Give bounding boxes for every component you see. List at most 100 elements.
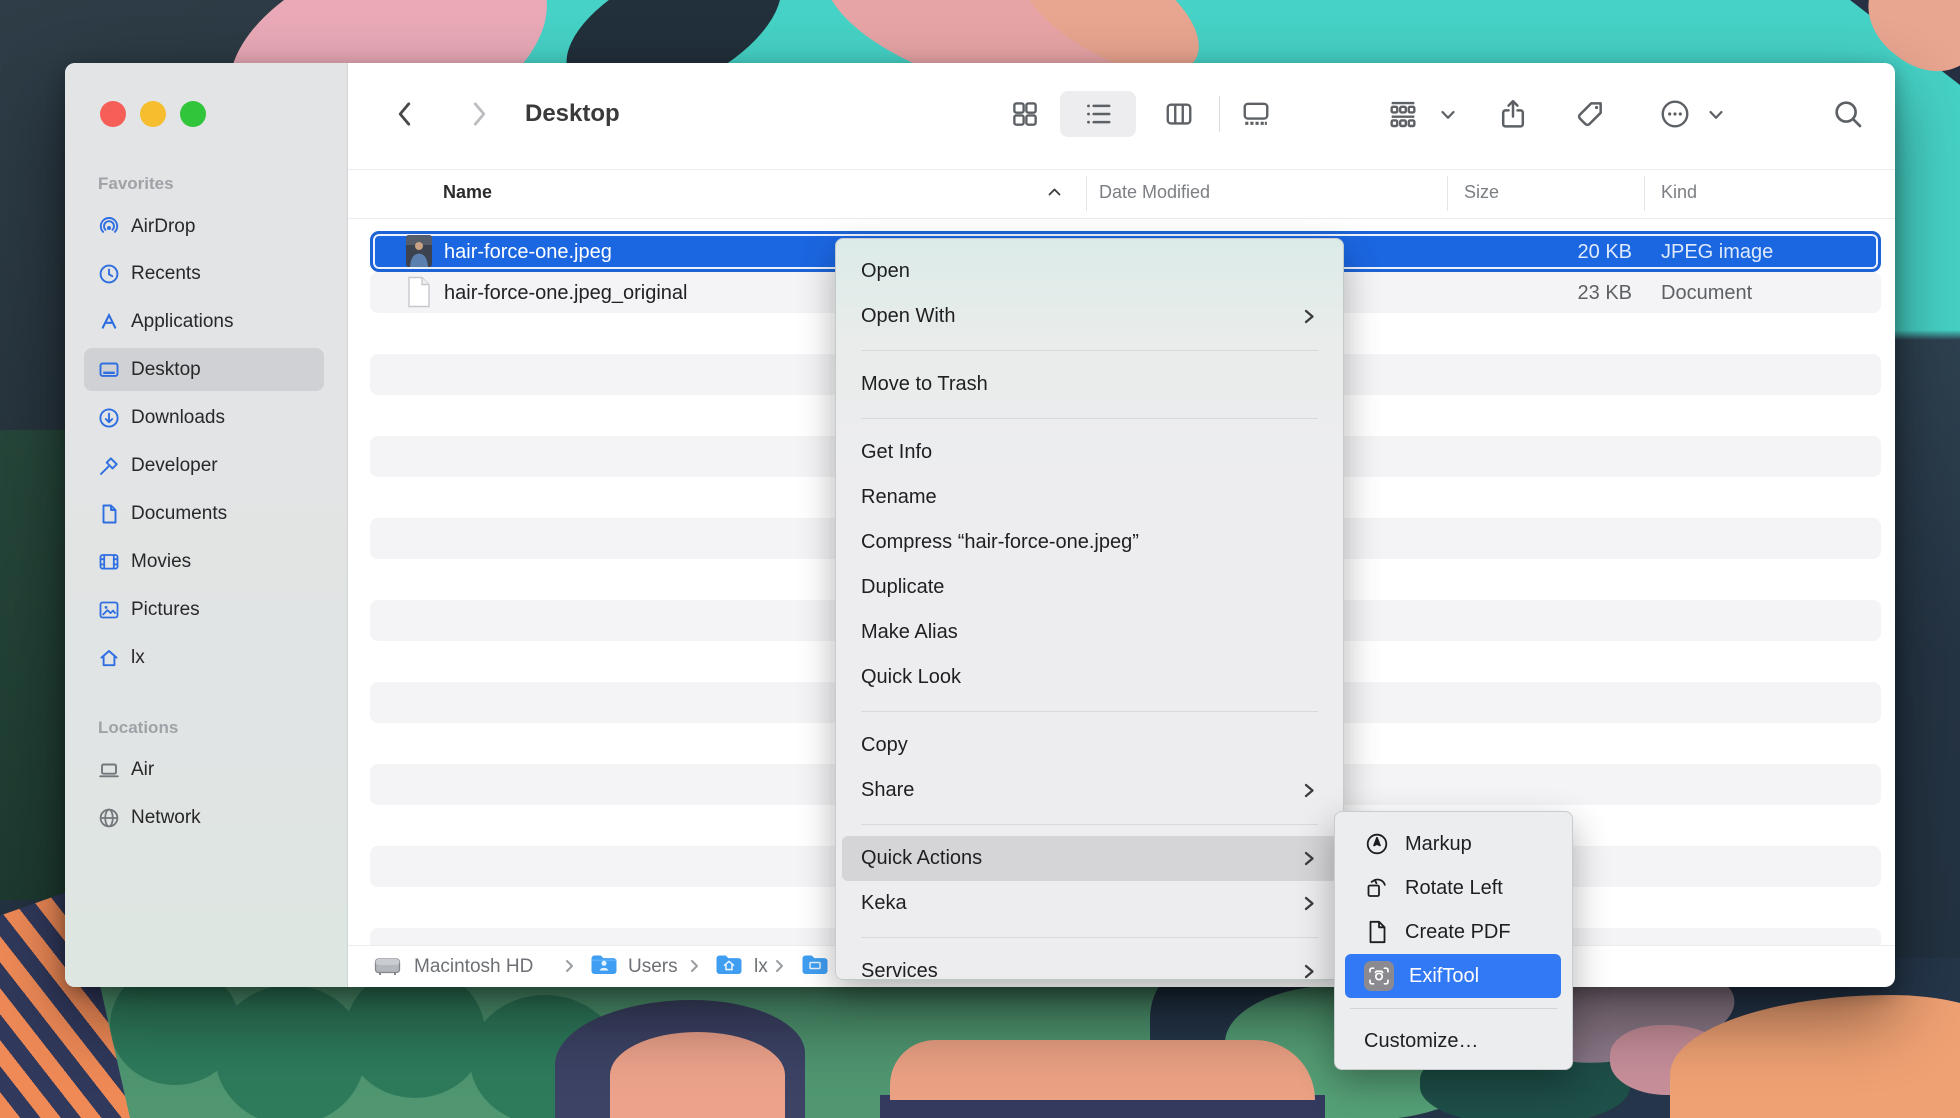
sidebar-item-label: Documents xyxy=(131,503,227,525)
sidebar-section-locations: Locations xyxy=(98,718,178,738)
sidebar-item-home[interactable]: lx xyxy=(84,636,324,679)
sort-caret-up-icon xyxy=(1046,186,1063,198)
menu-item-duplicate[interactable]: Duplicate xyxy=(836,565,1343,610)
column-divider[interactable] xyxy=(1644,176,1645,211)
toolbar-divider xyxy=(1219,96,1220,132)
file-size: 20 KB xyxy=(1500,241,1632,264)
forward-button[interactable] xyxy=(457,92,501,136)
column-header-kind[interactable]: Kind xyxy=(1661,182,1697,203)
laptop-icon xyxy=(97,758,121,782)
submenu-chevron-icon xyxy=(1303,895,1315,912)
menu-item-open-with[interactable]: Open With xyxy=(836,294,1343,339)
menu-item-make-alias[interactable]: Make Alias xyxy=(836,610,1343,655)
menu-item-services[interactable]: Services xyxy=(836,949,1343,994)
submenu-item-markup[interactable]: Markup xyxy=(1335,822,1572,866)
columns-view-button[interactable] xyxy=(1151,91,1207,137)
sidebar-item-desktop[interactable]: Desktop xyxy=(84,348,324,391)
file-name[interactable]: hair-force-one.jpeg_original xyxy=(444,282,687,305)
screen: Favorites AirDrop Recents Applications D… xyxy=(0,0,1960,1118)
create-pdf-icon xyxy=(1364,919,1390,945)
file-size: 23 KB xyxy=(1500,282,1632,305)
sidebar-item-network[interactable]: Network xyxy=(84,796,324,839)
tag-button[interactable] xyxy=(1566,91,1614,137)
wallpaper-bush xyxy=(215,985,365,1118)
menu-item-share[interactable]: Share xyxy=(836,768,1343,813)
home-icon xyxy=(97,646,121,670)
sidebar-item-air[interactable]: Air xyxy=(84,748,324,791)
column-divider[interactable] xyxy=(1447,176,1448,211)
folder-icon[interactable] xyxy=(801,953,829,976)
menu-item-keka[interactable]: Keka xyxy=(836,881,1343,926)
menu-item-move-to-trash[interactable]: Move to Trash xyxy=(836,362,1343,407)
path-chevron-icon xyxy=(689,958,700,974)
document-file-icon xyxy=(406,276,432,308)
sidebar-item-applications[interactable]: Applications xyxy=(84,300,324,343)
column-header-name[interactable]: Name xyxy=(443,182,492,203)
path-segment-users[interactable]: Users xyxy=(628,956,678,978)
submenu-item-customize[interactable]: Customize… xyxy=(1335,1019,1572,1063)
sidebar-item-developer[interactable]: Developer xyxy=(84,444,324,487)
back-button[interactable] xyxy=(383,92,427,136)
sidebar-item-pictures[interactable]: Pictures xyxy=(84,588,324,631)
sidebar-item-label: Applications xyxy=(131,311,233,333)
share-button[interactable] xyxy=(1489,91,1537,137)
sidebar-item-downloads[interactable]: Downloads xyxy=(84,396,324,439)
sidebar-item-recents[interactable]: Recents xyxy=(84,252,324,295)
header-bottom-divider xyxy=(348,218,1895,219)
column-header-date-modified[interactable]: Date Modified xyxy=(1099,182,1210,203)
submenu-item-exiftool[interactable]: ExifTool xyxy=(1345,954,1561,998)
menu-item-quick-actions[interactable]: Quick Actions xyxy=(842,836,1337,881)
menu-item-get-info[interactable]: Get Info xyxy=(836,430,1343,475)
menu-item-quick-look[interactable]: Quick Look xyxy=(836,655,1343,700)
sidebar-item-label: Downloads xyxy=(131,407,225,429)
menu-item-rename[interactable]: Rename xyxy=(836,475,1343,520)
menu-item-open[interactable]: Open xyxy=(836,249,1343,294)
markup-icon xyxy=(1364,831,1390,857)
menu-separator xyxy=(861,418,1318,419)
grid-view-button[interactable] xyxy=(997,91,1053,137)
path-chevron-icon xyxy=(774,958,785,974)
wallpaper-rock xyxy=(890,1040,1315,1100)
zoom-button[interactable] xyxy=(180,101,206,127)
search-button[interactable] xyxy=(1824,91,1872,137)
column-header-size[interactable]: Size xyxy=(1464,182,1499,203)
clock-icon xyxy=(97,262,121,286)
menu-separator xyxy=(861,711,1318,712)
more-chevron-icon[interactable] xyxy=(1704,105,1728,125)
gallery-view-button[interactable] xyxy=(1228,91,1284,137)
sidebar-item-label: Pictures xyxy=(131,599,200,621)
group-button[interactable] xyxy=(1379,91,1427,137)
menu-item-compress[interactable]: Compress “hair-force-one.jpeg” xyxy=(836,520,1343,565)
column-divider[interactable] xyxy=(1086,176,1087,211)
wallpaper-rock xyxy=(610,1032,785,1118)
minimize-button[interactable] xyxy=(140,101,166,127)
submenu-chevron-icon xyxy=(1303,782,1315,799)
document-icon xyxy=(97,502,121,526)
exiftool-icon xyxy=(1364,961,1394,991)
sidebar-section-favorites: Favorites xyxy=(98,174,174,194)
sidebar-item-label: AirDrop xyxy=(131,216,195,238)
file-kind: JPEG image xyxy=(1661,241,1773,264)
sidebar-item-airdrop[interactable]: AirDrop xyxy=(84,205,324,248)
appstore-icon xyxy=(97,310,121,334)
menu-separator xyxy=(861,937,1318,938)
photo-icon xyxy=(97,598,121,622)
group-chevron-icon[interactable] xyxy=(1436,105,1460,125)
submenu-item-rotate-left[interactable]: Rotate Left xyxy=(1335,866,1572,910)
submenu-chevron-icon xyxy=(1303,850,1315,867)
list-view-button[interactable] xyxy=(1060,91,1136,137)
path-segment-macintosh-hd[interactable]: Macintosh HD xyxy=(414,956,533,978)
sidebar-item-label: Air xyxy=(131,759,154,781)
sidebar-item-documents[interactable]: Documents xyxy=(84,492,324,535)
more-options-button[interactable] xyxy=(1651,91,1699,137)
sidebar-item-movies[interactable]: Movies xyxy=(84,540,324,583)
menu-item-copy[interactable]: Copy xyxy=(836,723,1343,768)
sidebar-item-label: Desktop xyxy=(131,359,201,381)
file-name[interactable]: hair-force-one.jpeg xyxy=(444,241,612,264)
submenu-chevron-icon xyxy=(1303,963,1315,980)
window-title: Desktop xyxy=(525,100,620,128)
sidebar-item-label: lx xyxy=(131,647,145,669)
close-button[interactable] xyxy=(100,101,126,127)
path-segment-home[interactable]: lx xyxy=(754,956,768,978)
submenu-item-create-pdf[interactable]: Create PDF xyxy=(1335,910,1572,954)
